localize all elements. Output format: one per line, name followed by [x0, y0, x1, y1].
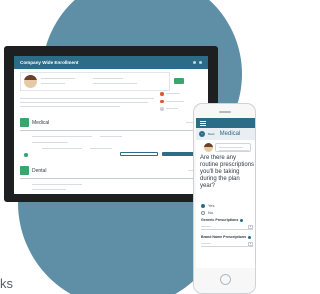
notification-icon[interactable]: [193, 61, 196, 64]
radio-unselected[interactable]: [201, 210, 205, 215]
text-line: [41, 83, 65, 84]
medical-icon: [20, 118, 29, 127]
mobile-nav-bar: ‹ Back Medical: [196, 128, 255, 140]
radio-selected[interactable]: [201, 203, 205, 208]
profile-card: [20, 72, 170, 91]
select-label: [201, 243, 211, 244]
info-icon[interactable]: [240, 218, 244, 222]
plan-title: Medical: [32, 120, 50, 126]
status-item: [160, 99, 204, 103]
text-line: [42, 148, 82, 149]
text-line: [32, 136, 92, 137]
app-header: Company Wide Enrollment: [14, 56, 208, 69]
status-dot-icon: [160, 107, 164, 111]
section-title: Generic Prescriptions: [201, 218, 239, 222]
back-button[interactable]: Back: [208, 132, 215, 136]
caption-fragment: ks: [0, 276, 13, 291]
phone-screen: ‹ Back Medical Are there any routine pre…: [196, 118, 255, 268]
text-line: [20, 106, 120, 107]
section-title: Brand Name Prescriptions: [201, 235, 247, 239]
phone-speaker: [219, 111, 231, 113]
text-line: [41, 78, 75, 79]
assistant-message-bubble: [215, 143, 251, 152]
select-label: [201, 226, 211, 227]
info-icon[interactable]: [248, 235, 252, 239]
text-line: [20, 102, 148, 103]
option-no[interactable]: No: [201, 210, 213, 215]
divider: [20, 130, 202, 131]
menu-icon[interactable]: [200, 120, 206, 127]
status-item: [160, 92, 204, 96]
account-icon[interactable]: [199, 61, 202, 64]
mobile-header: [196, 118, 255, 128]
generic-prescription-select[interactable]: ▾: [201, 224, 253, 230]
compare-plans-button[interactable]: [120, 152, 158, 156]
text-line: [93, 78, 123, 79]
desktop-screen: Company Wide Enrollment Medical Dental: [14, 56, 208, 194]
section-generic: Generic Prescriptions: [201, 218, 244, 222]
plan-card-medical: Medical: [20, 118, 202, 162]
avatar: [24, 75, 37, 88]
text-line: [32, 189, 66, 190]
plan-title: Dental: [32, 168, 47, 174]
question-text: Are there any routine prescriptions you'…: [200, 155, 255, 189]
text-line: [100, 136, 122, 137]
dental-icon: [20, 166, 29, 175]
divider: [20, 178, 202, 179]
dropdown-select[interactable]: ▾: [248, 241, 253, 246]
status-dot-icon: [160, 99, 164, 103]
assistant-avatar: [204, 143, 213, 152]
mobile-phone: ‹ Back Medical Are there any routine pre…: [193, 103, 256, 294]
continue-button[interactable]: [174, 78, 184, 84]
text-line: [90, 148, 112, 149]
desktop-monitor: Company Wide Enrollment Medical Dental: [4, 46, 218, 202]
option-label: No: [208, 210, 214, 215]
section-brand: Brand Name Prescriptions: [201, 235, 252, 239]
dropdown-select[interactable]: ▾: [248, 224, 253, 229]
status-dot-icon: [160, 92, 164, 96]
option-label: Yes: [208, 203, 215, 208]
page-title: Company Wide Enrollment: [20, 60, 79, 65]
text-line: [93, 83, 137, 84]
home-button[interactable]: [220, 274, 231, 285]
brand-prescription-select[interactable]: ▾: [201, 241, 253, 247]
text-line: [32, 184, 82, 185]
text-line: [20, 98, 154, 99]
header-icons: [193, 61, 202, 64]
back-arrow-icon[interactable]: ‹: [199, 131, 205, 137]
text-line: [32, 142, 68, 143]
selected-dot-icon: [24, 153, 28, 157]
option-yes[interactable]: Yes: [201, 203, 215, 208]
screen-title: Medical: [219, 131, 241, 137]
plan-card-dental: Dental: [20, 166, 202, 194]
